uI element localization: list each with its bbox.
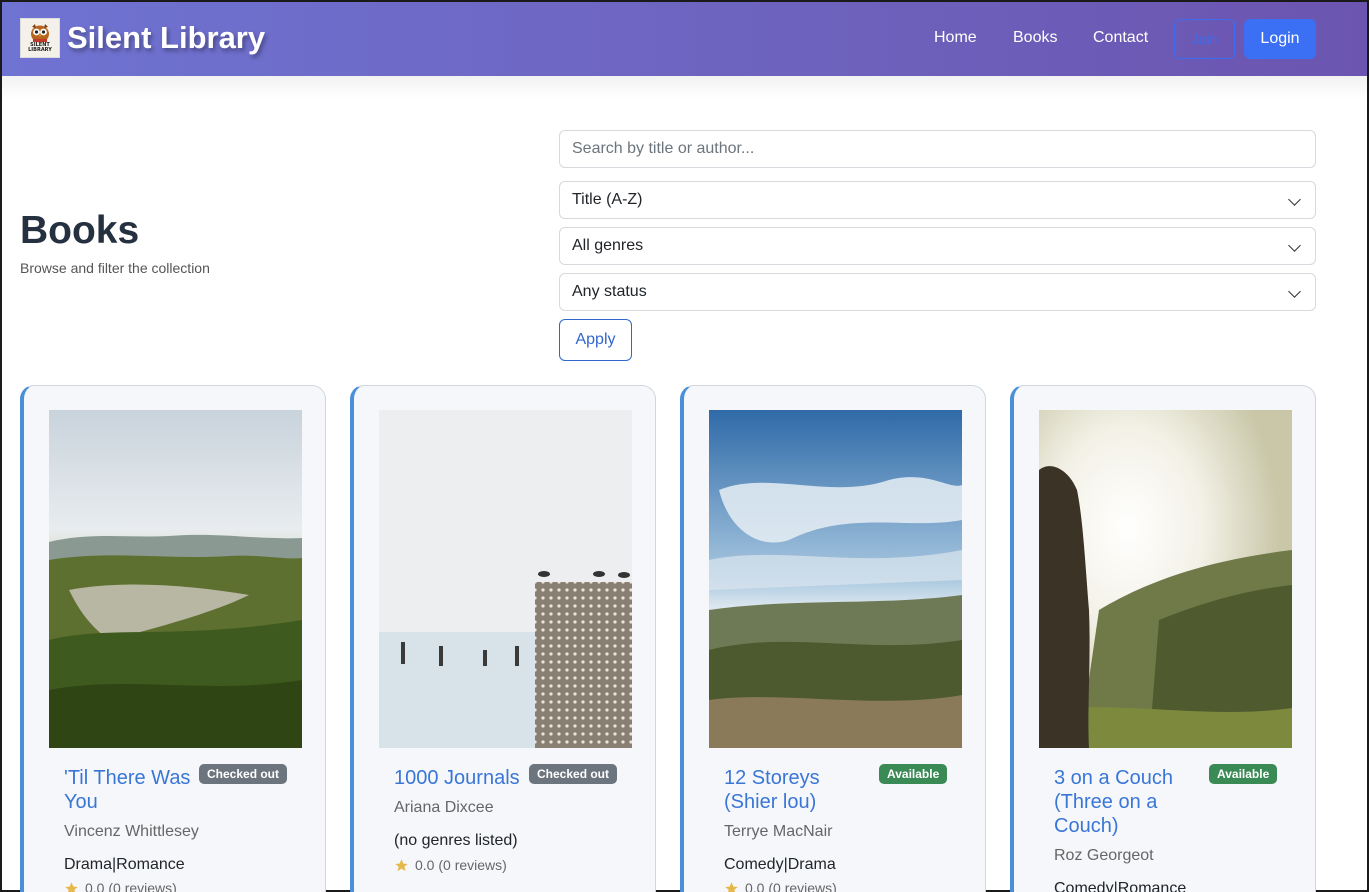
- rating-text: 0.0 (0 reviews): [745, 880, 837, 892]
- chevron-down-icon: [1288, 285, 1301, 298]
- book-cover-image[interactable]: [709, 410, 962, 748]
- status-badge: Checked out: [199, 764, 288, 784]
- book-genres: Comedy|Romance: [1054, 880, 1187, 892]
- status-badge: Checked out: [529, 764, 618, 784]
- book-title[interactable]: 1000 Journals: [394, 766, 534, 790]
- owl-logo-icon: [31, 24, 49, 43]
- page-title: Books: [20, 209, 140, 252]
- rating-text: 0.0 (0 reviews): [415, 857, 507, 873]
- search-input[interactable]: Search by title or author...: [559, 130, 1316, 168]
- book-author: Roz Georgeot: [1054, 847, 1154, 864]
- book-rating: 0.0 (0 reviews): [724, 880, 837, 892]
- brand-name[interactable]: Silent Library: [67, 20, 265, 56]
- nav-books[interactable]: Books: [1013, 29, 1057, 47]
- book-author: Ariana Dixcee: [394, 799, 494, 816]
- book-genres: Drama|Romance: [64, 856, 185, 873]
- sort-select-value: Title (A-Z): [572, 191, 643, 208]
- join-button[interactable]: Join: [1174, 19, 1235, 59]
- book-genres: Comedy|Drama: [724, 856, 836, 873]
- top-navbar: SILENT LIBRARY Silent Library Home Books…: [2, 2, 1367, 76]
- chevron-down-icon: [1288, 193, 1301, 206]
- book-cover-image[interactable]: [379, 410, 632, 748]
- page-subtitle: Browse and filter the collection: [20, 260, 210, 276]
- book-cover-image[interactable]: [1039, 410, 1292, 748]
- book-rating: 0.0 (0 reviews): [64, 880, 177, 892]
- nav-home[interactable]: Home: [934, 29, 977, 47]
- star-icon: [65, 881, 78, 892]
- book-title[interactable]: 'Til There Was You: [64, 766, 199, 814]
- brand-logo-text: SILENT LIBRARY: [28, 42, 52, 53]
- status-select[interactable]: Any status: [559, 273, 1316, 311]
- book-cover-image[interactable]: [49, 410, 302, 748]
- book-card[interactable]: 1000 Journals Checked out Ariana Dixcee …: [350, 385, 656, 892]
- book-card[interactable]: 12 Storeys (Shier lou) Available Terrye …: [680, 385, 986, 892]
- book-card[interactable]: 'Til There Was You Checked out Vincenz W…: [20, 385, 326, 892]
- book-title[interactable]: 3 on a Couch (Three on a Couch): [1054, 766, 1189, 838]
- book-genres: (no genres listed): [394, 832, 518, 849]
- genre-select[interactable]: All genres: [559, 227, 1316, 265]
- rating-text: 0.0 (0 reviews): [85, 880, 177, 892]
- status-select-value: Any status: [572, 283, 647, 300]
- sort-select[interactable]: Title (A-Z): [559, 181, 1316, 219]
- book-card[interactable]: 3 on a Couch (Three on a Couch) Availabl…: [1010, 385, 1316, 892]
- book-author: Terrye MacNair: [724, 823, 833, 840]
- apply-button[interactable]: Apply: [559, 319, 632, 361]
- brand[interactable]: SILENT LIBRARY Silent Library: [20, 18, 265, 58]
- status-badge: Available: [879, 764, 948, 784]
- chevron-down-icon: [1288, 239, 1301, 252]
- book-author: Vincenz Whittlesey: [64, 823, 199, 840]
- navbar-shadow: [2, 76, 1367, 100]
- status-badge: Available: [1209, 764, 1278, 784]
- nav-contact[interactable]: Contact: [1093, 29, 1148, 47]
- login-button[interactable]: Login: [1244, 19, 1316, 59]
- book-title[interactable]: 12 Storeys (Shier lou): [724, 766, 859, 814]
- brand-logo: SILENT LIBRARY: [20, 18, 60, 58]
- star-icon: [725, 881, 738, 892]
- book-rating: 0.0 (0 reviews): [394, 857, 507, 873]
- star-icon: [395, 858, 408, 871]
- genre-select-value: All genres: [572, 237, 644, 254]
